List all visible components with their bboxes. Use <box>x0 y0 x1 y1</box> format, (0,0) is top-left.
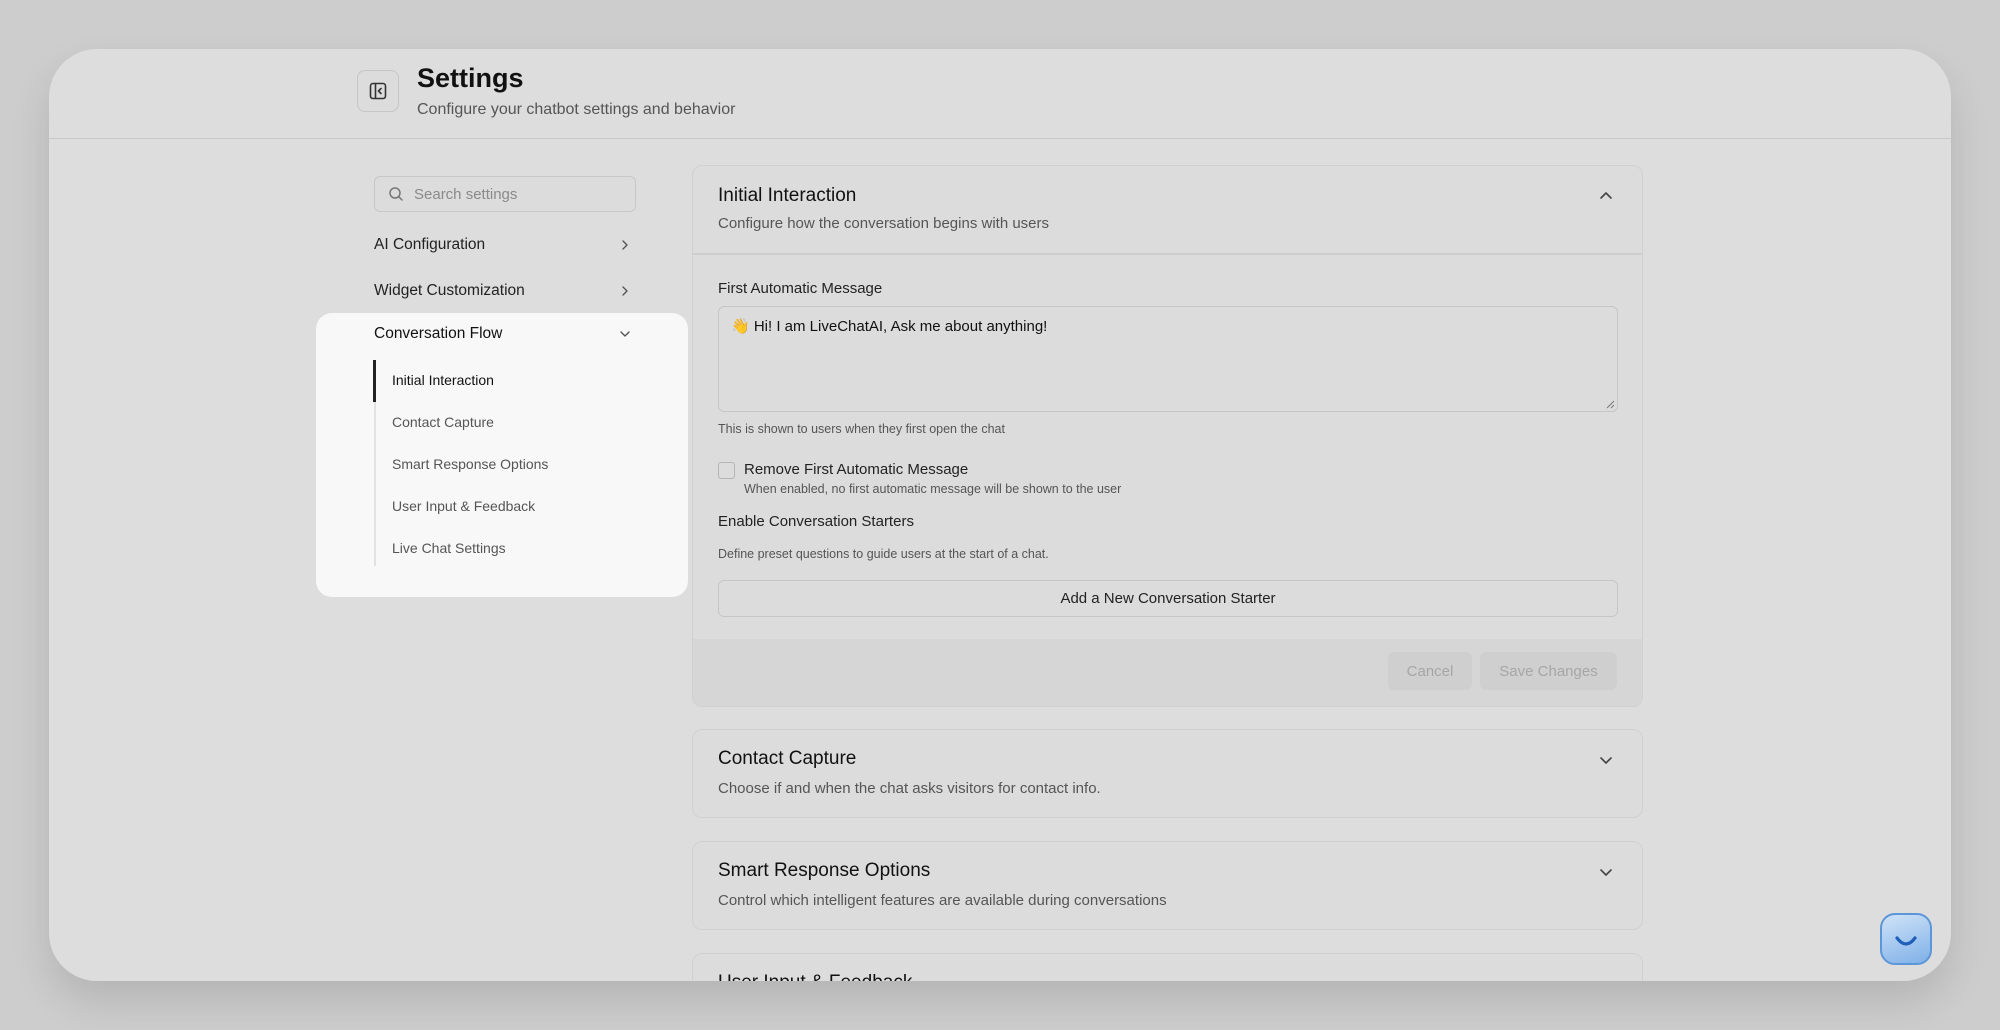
first-message-hint: This is shown to users when they first o… <box>718 422 1005 436</box>
expand-button[interactable] <box>1598 864 1614 885</box>
expand-button[interactable] <box>1598 976 1614 981</box>
chevron-down-icon <box>1598 976 1614 981</box>
chevron-down-icon <box>620 331 630 337</box>
first-message-textarea[interactable]: 👋 Hi! I am LiveChatAI, Ask me about anyt… <box>718 306 1618 412</box>
cancel-button[interactable]: Cancel <box>1388 652 1472 690</box>
chevron-right-icon <box>622 240 628 250</box>
first-message-label: First Automatic Message <box>718 280 883 297</box>
contact-capture-card[interactable]: Contact Capture Choose if and when the c… <box>692 729 1643 818</box>
app-window: Settings Configure your chatbot settings… <box>49 49 1951 981</box>
sidebar-item-widget-customization[interactable]: Widget Customization <box>374 276 636 306</box>
first-message-value: 👋 Hi! I am LiveChatAI, Ask me about anyt… <box>731 318 1048 335</box>
card-divider <box>693 253 1642 255</box>
search-input[interactable]: Search settings <box>374 176 636 212</box>
sidebar-item-conversation-flow[interactable]: Conversation Flow <box>374 323 636 345</box>
subnav-item-initial-interaction[interactable]: Initial Interaction <box>392 372 494 388</box>
search-icon <box>389 187 403 201</box>
collapse-button[interactable] <box>1598 188 1614 209</box>
user-input-feedback-card[interactable]: User Input & Feedback <box>692 953 1643 981</box>
chevron-up-icon <box>1600 192 1612 199</box>
add-conversation-starter-button[interactable]: Add a New Conversation Starter <box>718 580 1618 617</box>
chevron-down-icon <box>1600 869 1612 876</box>
conversation-flow-panel: Conversation Flow Initial Interaction Co… <box>316 313 688 597</box>
card-description: Choose if and when the chat asks visitor… <box>718 780 1101 797</box>
chevron-right-icon <box>622 286 628 296</box>
card-title: User Input & Feedback <box>718 972 912 981</box>
resize-handle-icon[interactable] <box>1605 399 1615 409</box>
subnav-item-smart-response-options[interactable]: Smart Response Options <box>392 456 548 472</box>
smile-icon <box>1895 936 1917 946</box>
subnav-item-live-chat-settings[interactable]: Live Chat Settings <box>392 540 506 556</box>
active-indicator <box>373 360 376 402</box>
card-description: Configure how the conversation begins wi… <box>718 215 1050 232</box>
page-header: Settings Configure your chatbot settings… <box>49 49 1951 139</box>
remove-first-message-label: Remove First Automatic Message <box>744 461 969 478</box>
sidebar-item-label: Widget Customization <box>374 282 525 299</box>
panel-left-icon <box>369 82 387 100</box>
initial-interaction-card: Initial Interaction Configure how the co… <box>692 165 1643 707</box>
conversation-starters-label: Enable Conversation Starters <box>718 513 914 530</box>
remove-first-message-hint: When enabled, no first automatic message… <box>744 482 1122 496</box>
page-title: Settings <box>417 63 524 93</box>
card-footer: Cancel Save Changes <box>693 639 1642 706</box>
sidebar-item-ai-configuration[interactable]: AI Configuration <box>374 230 636 260</box>
card-description: Control which intelligent features are a… <box>718 892 1167 909</box>
card-title: Contact Capture <box>718 748 857 769</box>
save-changes-button[interactable]: Save Changes <box>1480 652 1617 690</box>
smart-response-options-card[interactable]: Smart Response Options Control which int… <box>692 841 1643 930</box>
remove-first-message-checkbox[interactable] <box>718 462 735 479</box>
sidebar-item-label: AI Configuration <box>374 236 486 253</box>
card-title: Smart Response Options <box>718 860 931 881</box>
card-title: Initial Interaction <box>718 185 857 206</box>
sidebar-item-label: Conversation Flow <box>374 325 503 342</box>
chevron-down-icon <box>1600 757 1612 764</box>
conversation-starters-hint: Define preset questions to guide users a… <box>718 547 1049 561</box>
search-placeholder: Search settings <box>414 185 518 203</box>
expand-button[interactable] <box>1598 752 1614 773</box>
sidebar-toggle-button[interactable] <box>357 70 399 112</box>
subnav-item-user-input-feedback[interactable]: User Input & Feedback <box>392 498 535 514</box>
page-subtitle: Configure your chatbot settings and beha… <box>417 101 736 118</box>
subnav-item-contact-capture[interactable]: Contact Capture <box>392 414 494 430</box>
chat-widget-button[interactable] <box>1880 913 1932 965</box>
